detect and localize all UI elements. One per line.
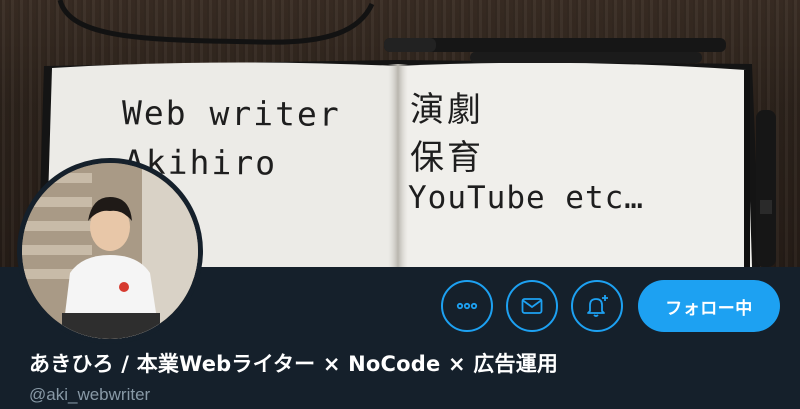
pen-top-2 — [470, 52, 702, 63]
avatar-photo — [22, 163, 198, 339]
elastic-band — [744, 70, 750, 267]
right-page-line-2: 保育 — [410, 138, 484, 178]
left-page-line-1: Web writer — [121, 93, 341, 134]
envelope-icon — [521, 298, 543, 314]
more-options-button[interactable] — [441, 280, 493, 332]
profile-display-name: あきひろ / 本業Webライター × NoCode × 広告運用 — [29, 352, 559, 376]
page-gutter — [388, 64, 408, 267]
right-page-line-3: YouTube etc… — [408, 180, 644, 216]
bookmark-ribbon — [57, 0, 375, 45]
following-button[interactable]: フォロー中 — [638, 280, 780, 332]
notifications-button[interactable] — [571, 280, 623, 332]
message-button[interactable] — [506, 280, 558, 332]
more-dots-icon — [456, 302, 478, 310]
pen-top-1 — [384, 38, 726, 52]
bell-plus-icon — [587, 295, 608, 317]
avatar[interactable] — [17, 158, 203, 344]
pen-right — [756, 110, 776, 267]
profile-handle: @aki_webwriter — [29, 385, 151, 404]
right-page-line-1: 演劇 — [410, 90, 484, 130]
